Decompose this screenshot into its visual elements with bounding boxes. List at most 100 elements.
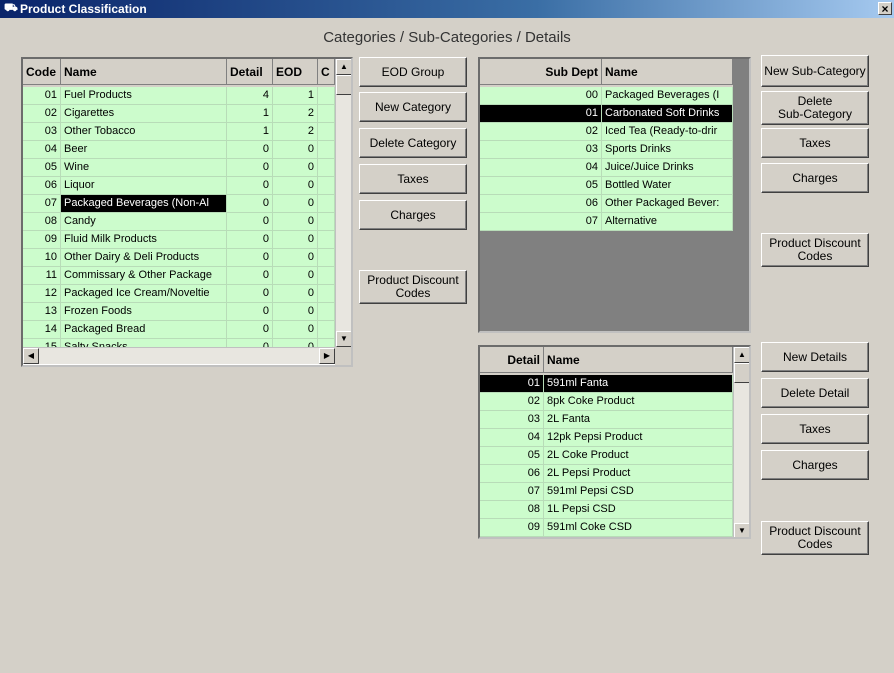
cell-name: Liquor bbox=[61, 177, 227, 195]
table-row[interactable]: 05 Wine 0 0 bbox=[23, 159, 335, 177]
cell-name: 12pk Pepsi Product bbox=[544, 429, 733, 447]
table-row[interactable]: 06 2L Pepsi Product bbox=[480, 465, 733, 483]
subcategories-grid[interactable]: Sub Dept Name 00 Packaged Beverages (I 01 C… bbox=[478, 57, 751, 333]
sub-category-taxes-button[interactable]: Taxes bbox=[761, 128, 869, 158]
column-header-c[interactable]: C bbox=[318, 59, 335, 85]
column-header-name[interactable]: Name bbox=[602, 59, 733, 85]
category-product-discount-codes-button[interactable]: Product Discount Codes bbox=[359, 270, 467, 304]
scroll-thumb[interactable] bbox=[734, 363, 749, 383]
table-row[interactable]: 07 591ml Pepsi CSD bbox=[480, 483, 733, 501]
delete-detail-button[interactable]: Delete Detail bbox=[761, 378, 869, 408]
table-row[interactable]: 06 Other Packaged Bever: bbox=[480, 195, 733, 213]
detail-taxes-button[interactable]: Taxes bbox=[761, 414, 869, 444]
window-app-icon: ⛟ bbox=[4, 2, 18, 14]
categories-vertical-scrollbar[interactable]: ▲ ▼ bbox=[335, 59, 351, 347]
table-row[interactable]: 13 Frozen Foods 0 0 bbox=[23, 303, 335, 321]
detail-product-discount-codes-button[interactable]: Product Discount Codes bbox=[761, 521, 869, 555]
table-row[interactable]: 03 Other Tobacco 1 2 bbox=[23, 123, 335, 141]
table-row[interactable]: 08 1L Pepsi CSD bbox=[480, 501, 733, 519]
table-row[interactable]: 00 Packaged Beverages (I bbox=[480, 87, 733, 105]
table-row[interactable]: 02 8pk Coke Product bbox=[480, 393, 733, 411]
new-details-button[interactable]: New Details bbox=[761, 342, 869, 372]
cell-eod: 0 bbox=[273, 195, 318, 213]
table-row[interactable]: 05 2L Coke Product bbox=[480, 447, 733, 465]
window-title-bar[interactable]: ⛟ Product Classification × bbox=[0, 0, 894, 18]
details-grid[interactable]: Detail Name 01 591ml Fanta 02 8pk Coke Prod… bbox=[478, 345, 751, 539]
column-header-name[interactable]: Name bbox=[61, 59, 227, 85]
table-row[interactable]: 03 2L Fanta bbox=[480, 411, 733, 429]
table-row[interactable]: 08 Candy 0 0 bbox=[23, 213, 335, 231]
cell-detail: 1 bbox=[227, 105, 273, 123]
scroll-thumb[interactable] bbox=[336, 75, 351, 95]
cell-c bbox=[318, 177, 335, 195]
table-row[interactable]: 01 Fuel Products 4 1 bbox=[23, 87, 335, 105]
delete-sub-category-button[interactable]: Delete Sub-Category bbox=[761, 91, 869, 125]
scroll-down-arrow-icon[interactable]: ▼ bbox=[336, 331, 351, 347]
details-vertical-scrollbar[interactable]: ▲ ▼ bbox=[733, 347, 749, 537]
cell-code: 08 bbox=[23, 213, 61, 231]
table-row[interactable]: 01 591ml Fanta bbox=[480, 375, 733, 393]
table-row[interactable]: 06 Liquor 0 0 bbox=[23, 177, 335, 195]
table-row[interactable]: 05 Bottled Water bbox=[480, 177, 733, 195]
scroll-right-arrow-icon[interactable]: ▶ bbox=[319, 348, 335, 364]
cell-code: 10 bbox=[23, 249, 61, 267]
new-sub-category-button[interactable]: New Sub-Category bbox=[761, 55, 869, 87]
table-row[interactable]: 07 Packaged Beverages (Non-Al 0 0 bbox=[23, 195, 335, 213]
cell-detail: 0 bbox=[227, 321, 273, 339]
cell-sub-dept: 07 bbox=[480, 213, 602, 231]
table-row[interactable]: 04 Juice/Juice Drinks bbox=[480, 159, 733, 177]
categories-horizontal-scrollbar[interactable]: ◀ ▶ bbox=[23, 347, 335, 364]
cell-name: Cigarettes bbox=[61, 105, 227, 123]
column-header-sub-dept[interactable]: Sub Dept bbox=[480, 59, 602, 85]
page-heading: Categories / Sub-Categories / Details bbox=[323, 29, 571, 46]
cell-code: 13 bbox=[23, 303, 61, 321]
cell-name: Beer bbox=[61, 141, 227, 159]
column-header-detail[interactable]: Detail bbox=[480, 347, 544, 373]
cell-detail: 0 bbox=[227, 213, 273, 231]
column-header-name[interactable]: Name bbox=[544, 347, 733, 373]
table-row[interactable]: 09 Fluid Milk Products 0 0 bbox=[23, 231, 335, 249]
cell-detail: 0 bbox=[227, 267, 273, 285]
table-row[interactable]: 07 Alternative bbox=[480, 213, 733, 231]
table-row[interactable]: 04 12pk Pepsi Product bbox=[480, 429, 733, 447]
column-header-code[interactable]: Code bbox=[23, 59, 61, 85]
cell-sub-dept: 00 bbox=[480, 87, 602, 105]
cell-eod: 0 bbox=[273, 285, 318, 303]
detail-charges-button[interactable]: Charges bbox=[761, 450, 869, 480]
category-charges-button[interactable]: Charges bbox=[359, 200, 467, 230]
column-header-detail[interactable]: Detail bbox=[227, 59, 273, 85]
cell-detail: 1 bbox=[227, 123, 273, 141]
table-row[interactable]: 12 Packaged Ice Cream/Noveltie 0 0 bbox=[23, 285, 335, 303]
cell-c bbox=[318, 267, 335, 285]
table-row[interactable]: 09 591ml Coke CSD bbox=[480, 519, 733, 537]
cell-c bbox=[318, 321, 335, 339]
sub-category-charges-button[interactable]: Charges bbox=[761, 163, 869, 193]
table-row[interactable]: 14 Packaged Bread 0 0 bbox=[23, 321, 335, 339]
delete-category-button[interactable]: Delete Category bbox=[359, 128, 467, 158]
cell-name: Candy bbox=[61, 213, 227, 231]
cell-detail: 0 bbox=[227, 285, 273, 303]
column-header-eod[interactable]: EOD bbox=[273, 59, 318, 85]
new-category-button[interactable]: New Category bbox=[359, 92, 467, 122]
cell-name: Fuel Products bbox=[61, 87, 227, 105]
table-row[interactable]: 01 Carbonated Soft Drinks bbox=[480, 105, 733, 123]
category-taxes-button[interactable]: Taxes bbox=[359, 164, 467, 194]
categories-grid[interactable]: Code Name Detail EOD C 01 Fuel Products 4 1… bbox=[21, 57, 353, 367]
scroll-up-arrow-icon[interactable]: ▲ bbox=[336, 59, 351, 75]
table-row[interactable]: 10 Other Dairy & Deli Products 0 0 bbox=[23, 249, 335, 267]
table-row[interactable]: 02 Iced Tea (Ready-to-drir bbox=[480, 123, 733, 141]
table-row[interactable]: 03 Sports Drinks bbox=[480, 141, 733, 159]
scroll-up-arrow-icon[interactable]: ▲ bbox=[734, 347, 749, 363]
scroll-left-arrow-icon[interactable]: ◀ bbox=[23, 348, 39, 364]
cell-code: 12 bbox=[23, 285, 61, 303]
cell-name: Alternative bbox=[602, 213, 733, 231]
table-row[interactable]: 11 Commissary & Other Package 0 0 bbox=[23, 267, 335, 285]
eod-group-button[interactable]: EOD Group bbox=[359, 57, 467, 87]
table-row[interactable]: 02 Cigarettes 1 2 bbox=[23, 105, 335, 123]
scroll-down-arrow-icon[interactable]: ▼ bbox=[734, 523, 749, 537]
cell-detail: 0 bbox=[227, 195, 273, 213]
cell-eod: 0 bbox=[273, 159, 318, 177]
close-button[interactable]: × bbox=[878, 2, 892, 15]
sub-category-product-discount-codes-button[interactable]: Product Discount Codes bbox=[761, 233, 869, 267]
table-row[interactable]: 04 Beer 0 0 bbox=[23, 141, 335, 159]
